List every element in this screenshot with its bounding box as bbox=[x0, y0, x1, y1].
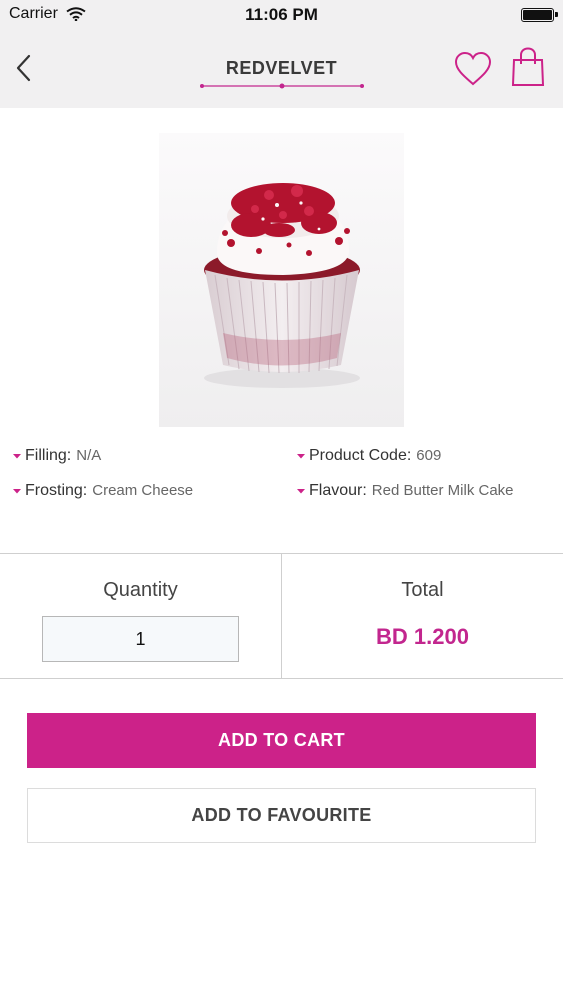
add-to-favourite-button[interactable]: ADD TO FAVOURITE bbox=[27, 788, 536, 843]
spec-value: Cream Cheese bbox=[92, 482, 194, 499]
cart-button[interactable] bbox=[510, 46, 546, 88]
quantity-label: Quantity bbox=[103, 579, 178, 601]
spec-value: 609 bbox=[416, 447, 442, 464]
heart-icon bbox=[454, 51, 492, 86]
spec-frosting: Frosting: Cream Cheese bbox=[12, 482, 193, 500]
product-image bbox=[159, 133, 404, 427]
quantity-total-section: Quantity Total BD 1.200 bbox=[0, 553, 563, 679]
spec-value: Red Butter Milk Cake bbox=[371, 482, 514, 499]
status-time: 11:06 PM bbox=[245, 5, 318, 24]
title-underline-ornament bbox=[200, 83, 364, 89]
caret-down-icon bbox=[13, 454, 21, 459]
nav-bar: REDVELVET bbox=[0, 30, 563, 108]
total-label: Total bbox=[401, 579, 444, 601]
spec-flavour: Flavour: Red Butter Milk Cake bbox=[296, 482, 514, 500]
status-bar: Carrier 11:06 PM bbox=[0, 0, 563, 30]
quantity-input[interactable] bbox=[42, 616, 239, 662]
section-divider bbox=[281, 554, 282, 678]
spec-label: Product Code: bbox=[309, 447, 412, 464]
spec-label: Frosting: bbox=[25, 482, 88, 499]
caret-down-icon bbox=[297, 454, 305, 459]
cupcake-image bbox=[159, 133, 404, 427]
add-to-cart-button[interactable]: ADD TO CART bbox=[27, 713, 536, 768]
shopping-bag-icon bbox=[511, 47, 545, 86]
battery-icon bbox=[521, 8, 558, 22]
caret-down-icon bbox=[297, 489, 305, 494]
spec-product-code: Product Code: 609 bbox=[296, 447, 441, 465]
spec-filling: Filling: N/A bbox=[12, 447, 101, 465]
total-price: BD 1.200 bbox=[376, 624, 469, 649]
favorite-button[interactable] bbox=[453, 50, 493, 88]
spec-label: Filling: bbox=[25, 447, 72, 464]
caret-down-icon bbox=[13, 489, 21, 494]
spec-label: Flavour: bbox=[309, 482, 367, 499]
spec-value: N/A bbox=[76, 447, 102, 464]
